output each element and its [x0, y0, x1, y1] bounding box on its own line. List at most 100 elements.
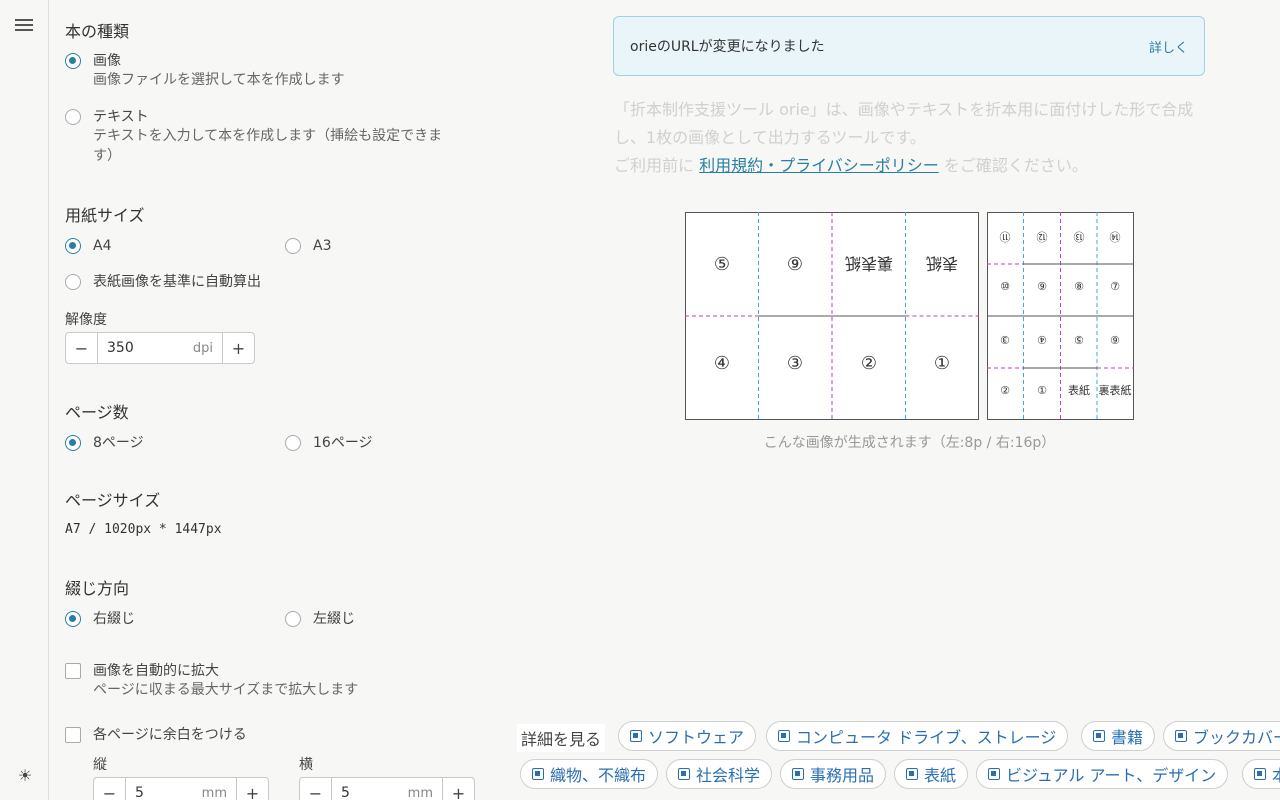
chip-label: 社会科学 [696, 766, 761, 785]
intro-line-3-pre: ご利用前に [614, 156, 695, 175]
chip[interactable]: 織物、不織布 [520, 759, 659, 789]
cell-label: ⑨ [787, 254, 803, 275]
sidebar-rail: ☀ [0, 0, 49, 800]
notice-more-link[interactable]: 詳しく [1149, 37, 1188, 56]
increment-button[interactable]: + [223, 333, 254, 363]
binding-title: 綴じ方向 [65, 579, 130, 598]
margin-vertical-label: 縦 [93, 757, 107, 773]
page-size-value: A7 / 1020px * 1447px [65, 522, 222, 537]
article-icon [678, 768, 690, 780]
checkbox-label: 画像を自動的に拡大 [93, 663, 219, 679]
cell-label: ⑭ [1110, 230, 1121, 243]
hamburger-icon[interactable] [15, 16, 33, 32]
radio-pages-8[interactable]: 8ページ [65, 434, 144, 452]
diagram-16p: ⑪ ⑫ ⑬ ⑭ ⑩ ⑨ ⑧ ⑦ ③ ④ ⑤ ⑥ ② ① 表紙 裏表紙 [987, 212, 1134, 420]
radio-paper-a3[interactable]: A3 [285, 237, 331, 255]
chip[interactable]: ソフトウェア [618, 721, 757, 751]
chip[interactable]: 表紙 [894, 759, 969, 789]
cell-label: ⑧ [1074, 280, 1084, 293]
diagram-8p: ⑤ ⑨ 裏表紙 表紙 ④ ③ ② ① [685, 212, 979, 420]
chip-label: ビジュアル アート、デザイン [1006, 766, 1217, 785]
radio-pages-16[interactable]: 16ページ [285, 434, 373, 452]
terms-privacy-link[interactable]: 利用規約・プライバシーポリシー [699, 156, 939, 175]
page-size-title: ページサイズ [65, 491, 161, 510]
chip[interactable]: 事務用品 [780, 759, 887, 789]
cell-label: ② [861, 353, 877, 374]
chip-label: ソフトウェア [648, 728, 745, 747]
margin-unit: mm [201, 785, 227, 800]
margin-vertical-input[interactable]: 5 mm [125, 778, 237, 800]
cell-label: ① [1037, 384, 1047, 397]
margin-vertical-stepper: − 5 mm + [93, 777, 269, 800]
checkbox-description: ページに収まる最大サイズまで拡大します [93, 682, 359, 698]
resolution-input[interactable]: 350 dpi [97, 333, 223, 363]
radio-indicator[interactable] [285, 238, 301, 254]
checkbox-auto-scale[interactable]: 画像を自動的に拡大 ページに収まる最大サイズまで拡大します [65, 662, 358, 700]
intro-line-2: し、1枚の画像として出力するツールです。 [614, 128, 926, 147]
increment-button[interactable]: + [443, 778, 474, 800]
radio-indicator[interactable] [65, 274, 81, 290]
radio-book-type-text[interactable]: テキスト テキストを入力して本を作成します（挿絵も設定できま す） [65, 108, 465, 166]
radio-indicator[interactable] [65, 238, 81, 254]
cell-label: ⑬ [1074, 230, 1085, 243]
chip-label: ブックカバー [1193, 728, 1280, 747]
article-icon [792, 768, 804, 780]
cell-label: ⑥ [1110, 333, 1120, 346]
radio-label: 16ページ [313, 435, 373, 451]
chip[interactable]: 社会科学 [666, 759, 773, 789]
diagram-caption: こんな画像が生成されます（左:8p / 右:16p） [763, 435, 1056, 451]
cell-label: 裏表紙 [845, 254, 893, 273]
checkbox-indicator[interactable] [65, 663, 81, 679]
chip-label: 織物、不織布 [550, 766, 647, 785]
radio-label: 左綴じ [313, 611, 355, 627]
chip[interactable]: 本 [1242, 759, 1280, 789]
checkbox-indicator[interactable] [65, 727, 81, 743]
cell-label: ③ [787, 353, 803, 374]
radio-label: A3 [313, 238, 332, 254]
radio-indicator[interactable] [65, 435, 81, 451]
radio-indicator[interactable] [65, 109, 81, 125]
cell-label: ③ [1000, 333, 1010, 346]
radio-label: 表紙画像を基準に自動算出 [93, 274, 261, 290]
decrement-button[interactable]: − [94, 778, 125, 800]
notice-message: orieのURLが変更になりました [630, 39, 825, 55]
margin-unit: mm [407, 785, 433, 800]
radio-indicator[interactable] [285, 435, 301, 451]
radio-binding-left[interactable]: 左綴じ [285, 610, 355, 628]
article-icon [630, 730, 642, 742]
decrement-button[interactable]: − [66, 333, 97, 363]
resolution-value: 350 [107, 340, 134, 356]
chip-label: 書籍 [1111, 728, 1144, 747]
article-icon [906, 768, 918, 780]
radio-binding-right[interactable]: 右綴じ [65, 610, 135, 628]
imposition-diagram: ⑤ ⑨ 裏表紙 表紙 ④ ③ ② ① ⑪ ⑫ ⑬ ⑭ ⑩ ⑨ ⑧ ⑦ ③ ④ ⑤… [685, 212, 1134, 420]
margin-horizontal-input[interactable]: 5 mm [331, 778, 443, 800]
chip[interactable]: コンピュータ ドライブ、ストレージ [766, 721, 1069, 751]
cell-label: ⑪ [1000, 230, 1011, 243]
radio-paper-auto[interactable]: 表紙画像を基準に自動算出 [65, 273, 261, 291]
resolution-unit: dpi [192, 340, 213, 356]
resolution-label: 解像度 [65, 312, 107, 328]
checkbox-margin[interactable]: 各ページに余白をつける [65, 726, 247, 744]
radio-label: 8ページ [93, 435, 144, 451]
see-more-label[interactable]: 詳細を見る [517, 724, 606, 752]
decrement-button[interactable]: − [300, 778, 331, 800]
radio-book-type-image[interactable]: 画像 画像ファイルを選択して本を作成します [65, 52, 345, 90]
radio-indicator[interactable] [285, 611, 301, 627]
sun-icon[interactable]: ☀ [16, 767, 34, 785]
radio-indicator[interactable] [65, 53, 81, 69]
chip[interactable]: ブックカバー [1163, 721, 1280, 751]
margin-horizontal-stepper: − 5 mm + [299, 777, 475, 800]
radio-paper-a4[interactable]: A4 [65, 237, 111, 255]
article-icon [1254, 768, 1266, 780]
radio-indicator[interactable] [65, 611, 81, 627]
page-count-title: ページ数 [65, 403, 129, 422]
chip-label: コンピュータ ドライブ、ストレージ [796, 728, 1057, 747]
margin-horizontal-value: 5 [341, 785, 350, 800]
cell-label: ⑨ [1037, 280, 1047, 293]
cell-label: ② [1000, 384, 1010, 397]
chip[interactable]: 書籍 [1081, 721, 1156, 751]
increment-button[interactable]: + [237, 778, 268, 800]
chip[interactable]: ビジュアル アート、デザイン [976, 759, 1229, 789]
url-change-notice: orieのURLが変更になりました 詳しく [613, 16, 1205, 76]
